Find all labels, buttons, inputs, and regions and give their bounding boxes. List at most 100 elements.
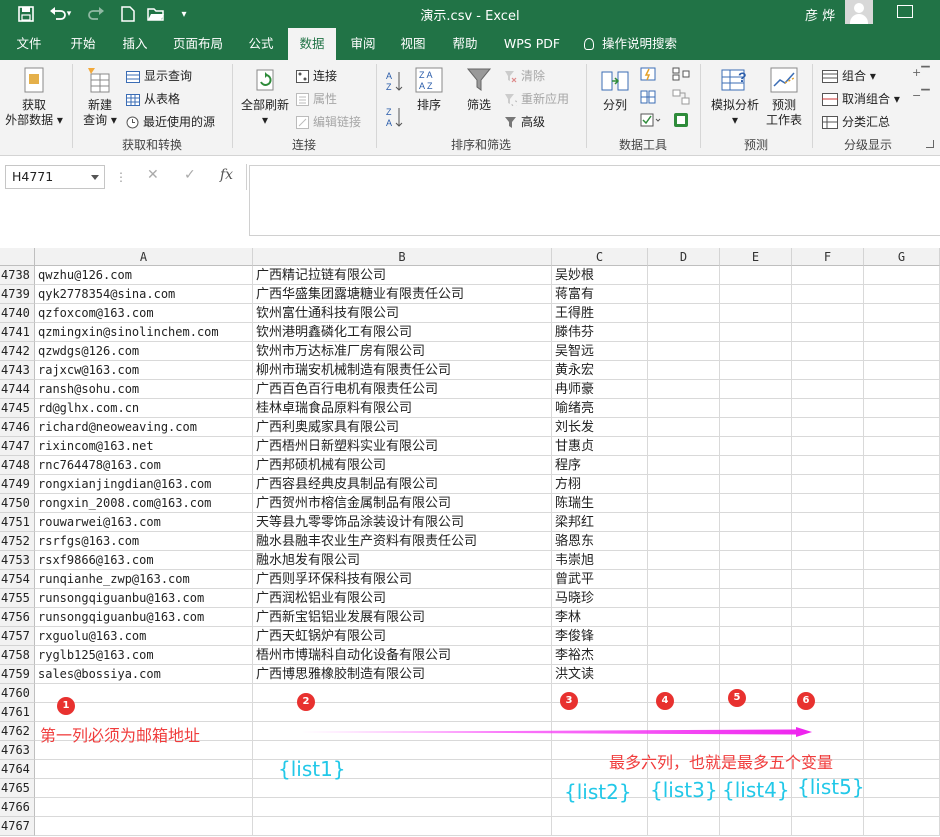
cell-d[interactable] [648, 285, 720, 304]
cell-f[interactable] [792, 285, 864, 304]
cell-a[interactable]: rongxianjingdian@163.com [35, 475, 253, 494]
chevron-down-icon[interactable] [91, 175, 99, 180]
cell-g[interactable] [864, 570, 940, 589]
cell-c[interactable]: 喻绪亮 [552, 399, 648, 418]
cell-b[interactable] [253, 798, 552, 817]
get-external-data-button[interactable]: 获取 外部数据 ▾ [4, 66, 64, 128]
cell-d[interactable] [648, 494, 720, 513]
row-header[interactable]: 4756 [0, 608, 35, 627]
row-header[interactable]: 4743 [0, 361, 35, 380]
cell-f[interactable] [792, 627, 864, 646]
cell-c[interactable]: 刘长发 [552, 418, 648, 437]
cell-a[interactable]: qwzhu@126.com [35, 266, 253, 285]
tab-page-layout[interactable]: 页面布局 [164, 28, 232, 60]
cell-b[interactable]: 广西天虹锅炉有限公司 [253, 627, 552, 646]
cell-g[interactable] [864, 475, 940, 494]
row-header[interactable]: 4740 [0, 304, 35, 323]
cell-f[interactable] [792, 494, 864, 513]
cell-a[interactable]: rixincom@163.net [35, 437, 253, 456]
cell-f[interactable] [792, 570, 864, 589]
cell-g[interactable] [864, 741, 940, 760]
cell-f[interactable] [792, 608, 864, 627]
cell-b[interactable]: 广西梧州日新塑料实业有限公司 [253, 437, 552, 456]
cell-a[interactable]: rongxin_2008.com@163.com [35, 494, 253, 513]
cell-c[interactable]: 韦崇旭 [552, 551, 648, 570]
row-header[interactable]: 4757 [0, 627, 35, 646]
column-header-d[interactable]: D [648, 248, 720, 266]
new-query-button[interactable]: 新建 查询 ▾ [78, 66, 122, 128]
tab-review[interactable]: 审阅 [340, 28, 386, 60]
cell-b[interactable]: 广西新宝铝铝业发展有限公司 [253, 608, 552, 627]
cell-e[interactable] [720, 627, 792, 646]
text-to-columns-button[interactable]: 分列 [594, 66, 636, 113]
cell-e[interactable] [720, 513, 792, 532]
cell-b[interactable]: 梧州市博瑞科自动化设备有限公司 [253, 646, 552, 665]
cell-e[interactable] [720, 342, 792, 361]
tab-insert[interactable]: 插入 [112, 28, 158, 60]
refresh-all-button[interactable]: 全部刷新 ▾ [238, 66, 292, 128]
row-header[interactable]: 4760 [0, 684, 35, 703]
row-header[interactable]: 4746 [0, 418, 35, 437]
data-validation-button[interactable] [640, 112, 662, 131]
cell-f[interactable] [792, 399, 864, 418]
row-header[interactable]: 4741 [0, 323, 35, 342]
insert-function-icon[interactable]: fx [220, 167, 233, 183]
cell-g[interactable] [864, 722, 940, 741]
row-header[interactable]: 4763 [0, 741, 35, 760]
cell-a[interactable]: rd@glhx.com.cn [35, 399, 253, 418]
cell-g[interactable] [864, 532, 940, 551]
cell-c[interactable]: 程序 [552, 456, 648, 475]
tab-data[interactable]: 数据 [288, 28, 336, 60]
flash-fill-button[interactable] [640, 66, 656, 85]
tab-home[interactable]: 开始 [60, 28, 106, 60]
row-header[interactable]: 4742 [0, 342, 35, 361]
cell-d[interactable] [648, 665, 720, 684]
cell-a[interactable] [35, 779, 253, 798]
cell-c[interactable]: 李裕杰 [552, 646, 648, 665]
cell-g[interactable] [864, 608, 940, 627]
cell-c[interactable]: 陈瑞生 [552, 494, 648, 513]
cell-e[interactable] [720, 323, 792, 342]
cell-f[interactable] [792, 266, 864, 285]
cell-b[interactable]: 钦州市万达标准厂房有限公司 [253, 342, 552, 361]
cell-c[interactable]: 曾武平 [552, 570, 648, 589]
row-header[interactable]: 4767 [0, 817, 35, 836]
vertical-dots-icon[interactable]: ⋮ [115, 170, 127, 184]
cell-b[interactable]: 融水县融丰农业生产资料有限责任公司 [253, 532, 552, 551]
cell-g[interactable] [864, 342, 940, 361]
cell-c[interactable]: 骆恩东 [552, 532, 648, 551]
cell-g[interactable] [864, 399, 940, 418]
cell-g[interactable] [864, 285, 940, 304]
row-header[interactable]: 4744 [0, 380, 35, 399]
cell-a[interactable]: rajxcw@163.com [35, 361, 253, 380]
cell-g[interactable] [864, 817, 940, 836]
cell-f[interactable] [792, 418, 864, 437]
row-header[interactable]: 4738 [0, 266, 35, 285]
column-header-b[interactable]: B [253, 248, 552, 266]
cell-a[interactable]: ransh@sohu.com [35, 380, 253, 399]
row-header[interactable]: 4755 [0, 589, 35, 608]
cell-g[interactable] [864, 551, 940, 570]
cell-b[interactable]: 广西贺州市榕信金属制品有限公司 [253, 494, 552, 513]
cell-a[interactable]: richard@neoweaving.com [35, 418, 253, 437]
cell-d[interactable] [648, 418, 720, 437]
row-header[interactable]: 4766 [0, 798, 35, 817]
row-header[interactable]: 4752 [0, 532, 35, 551]
name-box[interactable]: H4771 [5, 165, 105, 189]
cell-b[interactable]: 柳州市瑞安机械制造有限责任公司 [253, 361, 552, 380]
row-header[interactable]: 4764 [0, 760, 35, 779]
row-header[interactable]: 4749 [0, 475, 35, 494]
cell-g[interactable] [864, 266, 940, 285]
cell-e[interactable] [720, 361, 792, 380]
cell-a[interactable]: rxguolu@163.com [35, 627, 253, 646]
cell-e[interactable] [720, 589, 792, 608]
filter-button[interactable]: 筛选 [460, 66, 498, 113]
cell-d[interactable] [648, 551, 720, 570]
cell-e[interactable] [720, 646, 792, 665]
cell-g[interactable] [864, 361, 940, 380]
cell-f[interactable] [792, 304, 864, 323]
cell-g[interactable] [864, 684, 940, 703]
cell-a[interactable]: rsrfgs@163.com [35, 532, 253, 551]
consolidate-button[interactable] [672, 66, 690, 85]
cell-a[interactable]: sales@bossiya.com [35, 665, 253, 684]
